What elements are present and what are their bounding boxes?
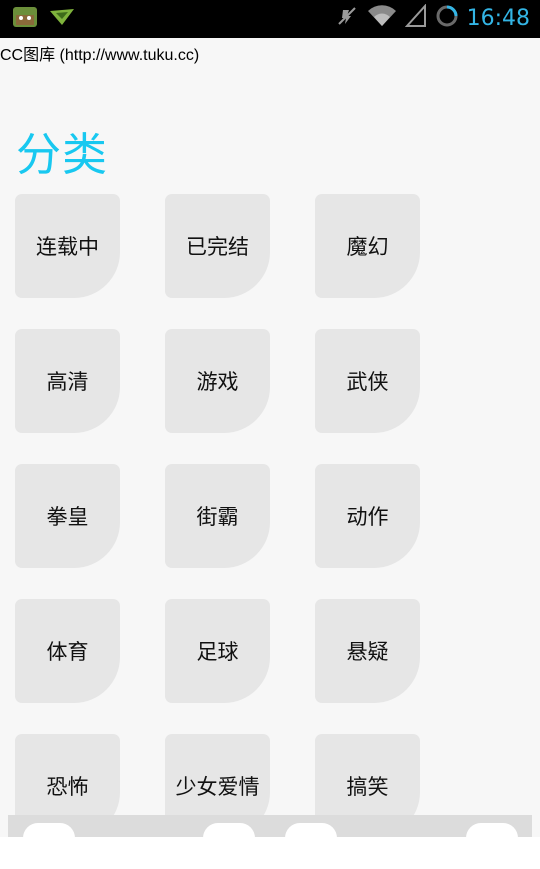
category-tile[interactable]: 武侠: [315, 329, 420, 433]
paper-plane-icon: [48, 7, 76, 31]
category-tile[interactable]: 高清: [15, 329, 120, 433]
status-bar-right: 16:48: [335, 3, 530, 32]
app-thumbnail-icon: [12, 5, 38, 33]
category-tile[interactable]: 游戏: [165, 329, 270, 433]
bottom-toolbar: [8, 815, 532, 853]
bottom-area: [0, 837, 540, 869]
status-bar-left: [12, 5, 76, 33]
status-time: 16:48: [466, 5, 530, 31]
status-bar: 16:48: [0, 0, 540, 38]
category-tile[interactable]: 拳皇: [15, 464, 120, 568]
wifi-icon: [367, 4, 397, 32]
loading-ring-icon: [435, 4, 459, 32]
category-tile[interactable]: 悬疑: [315, 599, 420, 703]
signal-icon: [404, 3, 427, 32]
page-title: CC图库 (http://www.tuku.cc): [0, 47, 200, 64]
category-tile[interactable]: 体育: [15, 599, 120, 703]
category-tile[interactable]: 魔幻: [315, 194, 420, 298]
category-tile[interactable]: 已完结: [165, 194, 270, 298]
mute-icon: [335, 4, 359, 32]
category-tile[interactable]: 连载中: [15, 194, 120, 298]
category-tile[interactable]: 动作: [315, 464, 420, 568]
category-tile[interactable]: 街霸: [165, 464, 270, 568]
category-tile[interactable]: 足球: [165, 599, 270, 703]
section-title: 分类: [16, 128, 109, 181]
